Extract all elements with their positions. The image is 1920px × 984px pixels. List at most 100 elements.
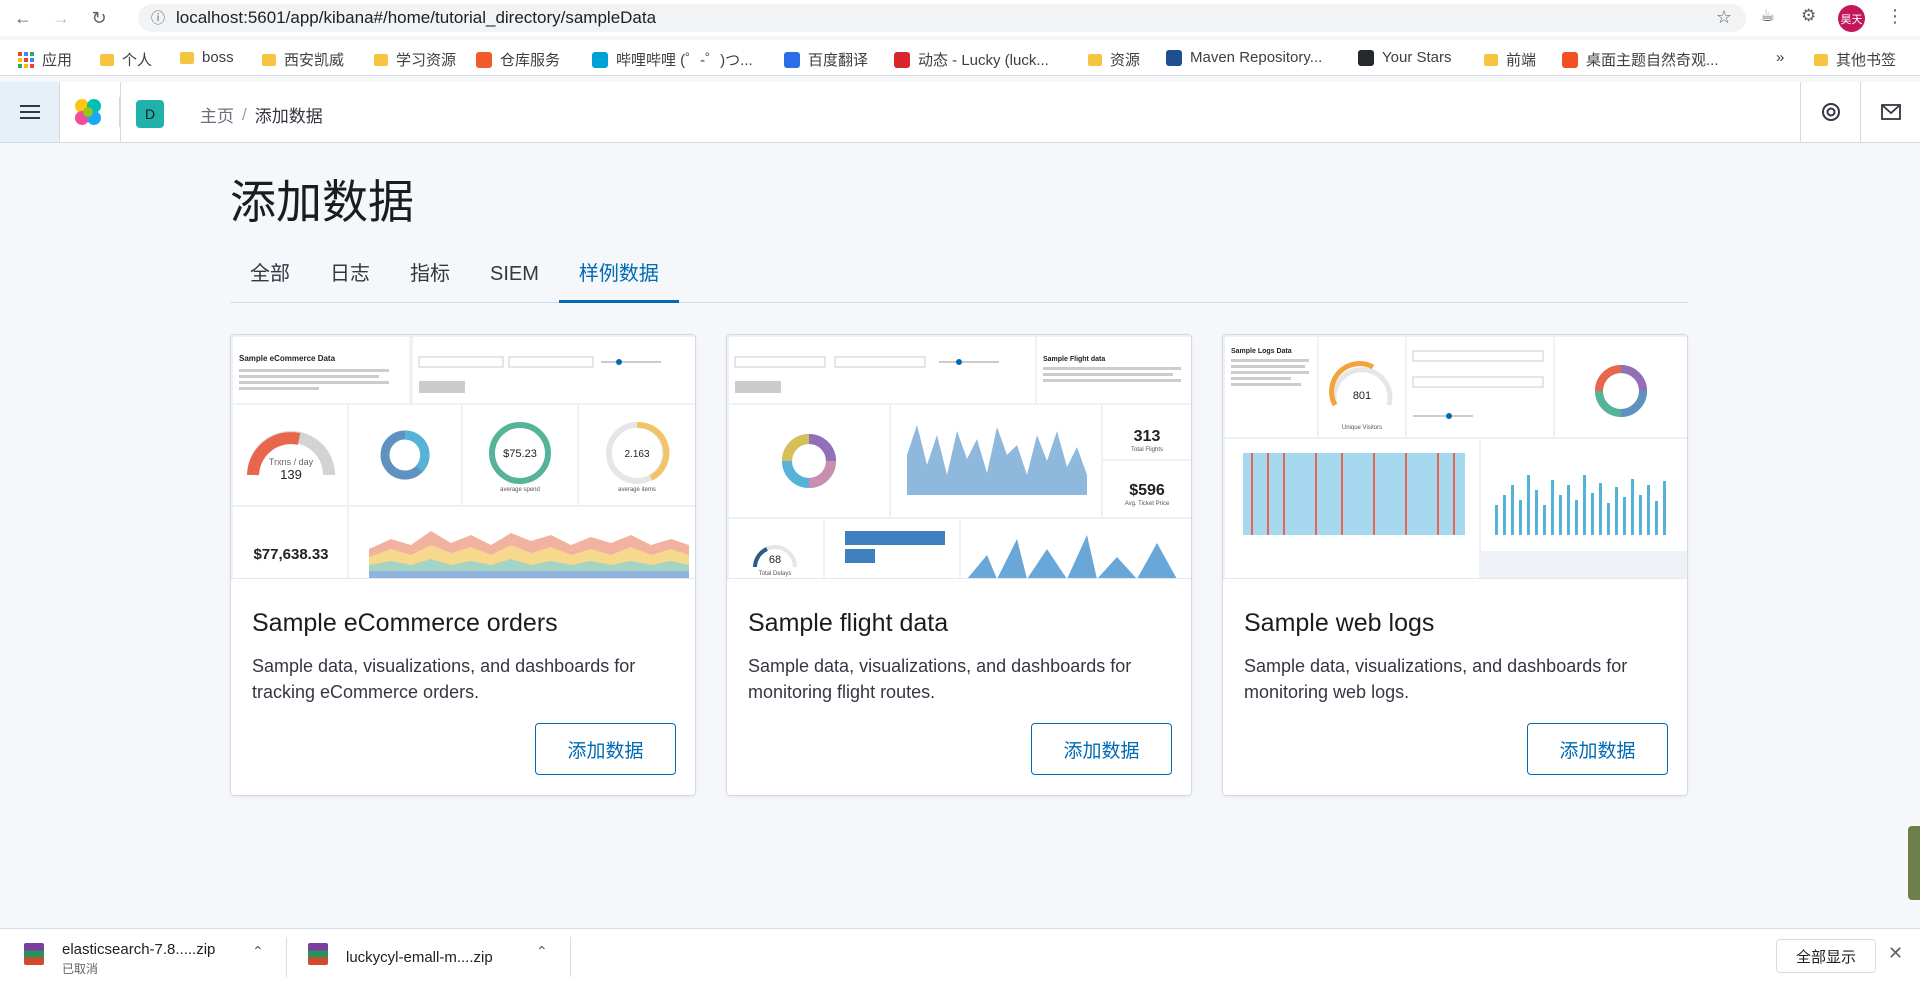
bookmark-label: 仓库服务 bbox=[500, 52, 561, 69]
thumb-delays-caption: Total Delays bbox=[759, 571, 792, 577]
downloads-bar: elasticsearch-7.8.....zip 已取消 ⌃ luckycyl… bbox=[0, 928, 1920, 984]
folder-icon bbox=[374, 53, 388, 66]
bookmark-2[interactable]: boss bbox=[180, 49, 234, 66]
bookmark-3[interactable]: 西安凯威 bbox=[262, 49, 344, 70]
forward-icon[interactable]: → bbox=[46, 3, 76, 33]
bookmark-13[interactable]: 桌面主题自然奇观... bbox=[1562, 49, 1719, 70]
browser-toolbar: ← → ↻ ⓘ localhost:5601/app/kibana#/home/… bbox=[0, 0, 1920, 36]
other-bookmarks-label: 其他书签 bbox=[1836, 52, 1897, 69]
zip-file-icon bbox=[24, 943, 44, 965]
bookmarks-overflow-icon[interactable]: » bbox=[1776, 49, 1784, 66]
tab-3[interactable]: SIEM bbox=[470, 256, 559, 303]
download-item[interactable]: elasticsearch-7.8.....zip 已取消 ⌃ bbox=[24, 937, 270, 977]
bookmark-label: 个人 bbox=[122, 52, 153, 69]
address-bar[interactable]: ⓘ localhost:5601/app/kibana#/home/tutori… bbox=[138, 4, 1746, 32]
thumb-visitors-caption: Unique Visitors bbox=[1342, 425, 1382, 431]
extension-icon[interactable]: ☕ bbox=[1760, 6, 1775, 26]
bookmark-10[interactable]: Maven Repository... bbox=[1166, 49, 1322, 66]
thumb-avg-items: 2.163 bbox=[624, 449, 649, 460]
bookmark-label: 前端 bbox=[1506, 52, 1537, 69]
download-status: 已取消 bbox=[62, 962, 99, 976]
thumb-avg-price-caption: Avg. Ticket Price bbox=[1125, 501, 1170, 507]
bookmark-label: Your Stars bbox=[1382, 49, 1452, 66]
folder-icon bbox=[1484, 53, 1498, 66]
help-button[interactable] bbox=[1800, 82, 1860, 142]
thumb-avg-price: $596 bbox=[1129, 482, 1165, 499]
tab-2[interactable]: 指标 bbox=[390, 256, 470, 303]
chevron-up-icon[interactable]: ⌃ bbox=[536, 943, 548, 960]
profile-avatar[interactable]: 昊天 bbox=[1838, 5, 1865, 32]
puzzle-icon[interactable]: ⚙ bbox=[1801, 6, 1816, 26]
download-name: luckycyl-emall-m....zip bbox=[346, 949, 493, 966]
bookmark-label: 动态 - Lucky (luck... bbox=[918, 52, 1049, 69]
bookmark-11[interactable]: Your Stars bbox=[1358, 49, 1452, 66]
tab-4[interactable]: 样例数据 bbox=[558, 256, 679, 303]
bookmark-9[interactable]: 资源 bbox=[1088, 49, 1140, 70]
kibana-logo[interactable] bbox=[72, 97, 120, 127]
show-all-downloads-button[interactable]: 全部显示 bbox=[1776, 939, 1876, 973]
site-favicon-icon bbox=[1562, 51, 1578, 68]
thumb-total-flights-caption: Total Flights bbox=[1131, 447, 1163, 453]
tab-1[interactable]: 日志 bbox=[310, 256, 390, 303]
reload-icon[interactable]: ↻ bbox=[84, 3, 114, 33]
breadcrumb-home[interactable]: 主页 bbox=[200, 102, 234, 127]
space-avatar[interactable]: D bbox=[136, 100, 164, 128]
close-icon[interactable]: ✕ bbox=[1888, 943, 1903, 964]
other-bookmarks[interactable]: 其他书签 bbox=[1814, 49, 1896, 70]
add-data-button[interactable]: 添加数据 bbox=[535, 723, 676, 775]
hamburger-icon bbox=[19, 111, 40, 113]
card-description: Sample data, visualizations, and dashboa… bbox=[252, 656, 636, 702]
bookmark-6[interactable]: 哔哩哔哩 (゜-゜)つ... bbox=[592, 49, 753, 70]
download-item[interactable]: luckycyl-emall-m....zip ⌃ bbox=[308, 937, 554, 977]
bookmark-star-icon[interactable]: ☆ bbox=[1716, 7, 1732, 28]
folder-icon bbox=[262, 53, 276, 66]
url-text[interactable]: localhost:5601/app/kibana#/home/tutorial… bbox=[176, 8, 656, 28]
card-description: Sample data, visualizations, and dashboa… bbox=[1244, 656, 1628, 702]
menu-toggle-button[interactable] bbox=[0, 82, 60, 142]
chevron-up-icon[interactable]: ⌃ bbox=[252, 943, 264, 960]
thumb-avg-spend: $75.23 bbox=[503, 448, 537, 460]
bookmark-0[interactable]: 应用 bbox=[18, 49, 72, 70]
card-flights: Sample Flight data 313 Total Flights $59… bbox=[726, 334, 1192, 796]
card-description: Sample data, visualizations, and dashboa… bbox=[748, 656, 1132, 702]
bookmark-label: 百度翻译 bbox=[808, 52, 869, 69]
browser-menu-icon[interactable]: ⋮ bbox=[1886, 6, 1904, 27]
apps-grid-icon bbox=[18, 51, 34, 68]
download-separator bbox=[286, 937, 287, 977]
bookmark-5[interactable]: 仓库服务 bbox=[476, 49, 560, 70]
folder-icon bbox=[100, 53, 114, 66]
thumb-delays: 68 bbox=[769, 554, 781, 566]
bookmark-8[interactable]: 动态 - Lucky (luck... bbox=[894, 49, 1049, 70]
bookmark-label: 资源 bbox=[1110, 52, 1141, 69]
bookmark-label: 西安凯威 bbox=[284, 52, 345, 69]
thumb-revenue: $77,638.33 bbox=[253, 546, 328, 563]
download-name: elasticsearch-7.8.....zip bbox=[62, 941, 216, 958]
breadcrumb: 主页 / 添加数据 bbox=[200, 102, 323, 127]
bookmark-7[interactable]: 百度翻译 bbox=[784, 49, 868, 70]
add-data-button[interactable]: 添加数据 bbox=[1031, 723, 1172, 775]
add-data-button[interactable]: 添加数据 bbox=[1527, 723, 1668, 775]
back-icon[interactable]: ← bbox=[8, 3, 38, 33]
tab-0[interactable]: 全部 bbox=[230, 256, 310, 303]
breadcrumb-separator: / bbox=[242, 104, 247, 124]
info-icon[interactable]: ⓘ bbox=[144, 8, 172, 28]
bookmark-4[interactable]: 学习资源 bbox=[374, 49, 456, 70]
thumb-ecommerce-heading: Sample eCommerce Data bbox=[239, 354, 336, 363]
weblogs-thumbnail: Sample Logs Data 801 Unique Visitors bbox=[1223, 335, 1687, 579]
sample-data-cards: Sample eCommerce Data Trxns / day 139 $7… bbox=[230, 334, 1688, 796]
newsfeed-button[interactable] bbox=[1860, 82, 1920, 142]
zip-file-icon bbox=[308, 943, 328, 965]
side-widget[interactable] bbox=[1908, 826, 1920, 900]
header-divider bbox=[120, 82, 121, 142]
flights-thumbnail: Sample Flight data 313 Total Flights $59… bbox=[727, 335, 1191, 579]
bookmark-1[interactable]: 个人 bbox=[100, 49, 152, 70]
folder-icon bbox=[1088, 53, 1102, 66]
site-favicon-icon bbox=[1358, 49, 1374, 66]
ecommerce-thumbnail: Sample eCommerce Data Trxns / day 139 $7… bbox=[231, 335, 695, 579]
bookmark-label: boss bbox=[202, 49, 234, 66]
thumb-visitors: 801 bbox=[1353, 390, 1371, 402]
card-title: Sample web logs bbox=[1244, 609, 1435, 637]
bookmark-label: Maven Repository... bbox=[1190, 49, 1323, 66]
bookmark-12[interactable]: 前端 bbox=[1484, 49, 1536, 70]
site-favicon-icon bbox=[1166, 49, 1182, 66]
